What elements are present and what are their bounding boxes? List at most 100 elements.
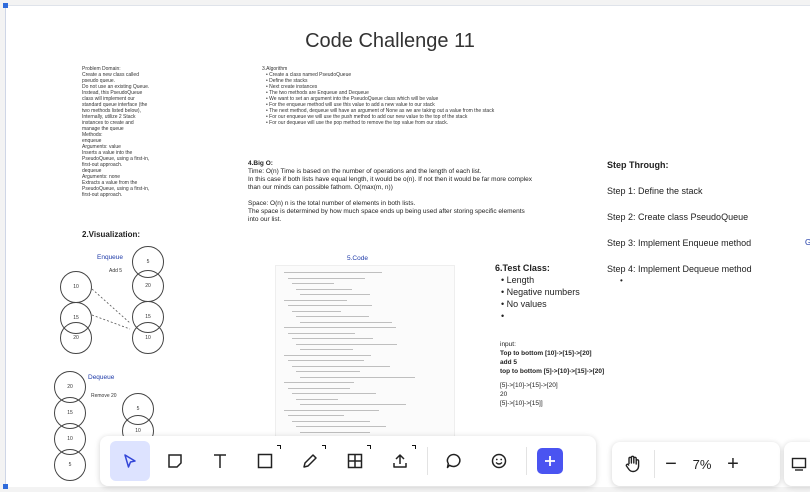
- step-item: Step 1: Define the stack: [607, 186, 703, 196]
- whiteboard-canvas[interactable]: Code Challenge 11 Problem Domain: Create…: [0, 0, 810, 492]
- table-tool-button[interactable]: [335, 441, 375, 481]
- code-line: [292, 336, 374, 341]
- code-snippet[interactable]: [275, 265, 455, 479]
- code-line: [296, 369, 361, 374]
- reaction-icon: [491, 453, 507, 469]
- add-label: Add 5: [109, 268, 123, 274]
- hand-tool-button[interactable]: [612, 444, 654, 484]
- upload-icon: [393, 454, 407, 468]
- pen-tool-button[interactable]: [290, 441, 330, 481]
- test-input-section: input: Top to bottom [10]->[15]->[20] ad…: [500, 340, 630, 408]
- code-line: [284, 407, 380, 413]
- code-line: [300, 347, 354, 352]
- dequeue-label: Dequeue: [88, 374, 115, 381]
- plus-icon: +: [727, 452, 739, 475]
- code-line: [284, 380, 354, 385]
- output-line: [5]->[10]->[15]]: [500, 400, 543, 407]
- input-label: input:: [500, 341, 516, 348]
- code-line: [288, 413, 344, 418]
- zoom-level: 7%: [692, 456, 712, 472]
- code-line: [284, 352, 371, 358]
- output-line: 20: [500, 391, 508, 398]
- input-line: top to bottom [5]->[10]->[15]->[20]: [500, 368, 605, 375]
- minus-icon: −: [665, 452, 677, 475]
- comment-icon: [446, 453, 461, 469]
- submenu-indicator-icon: [277, 445, 281, 449]
- test-class-list: Length Negative numbers No values: [495, 274, 605, 322]
- code-line: [284, 297, 347, 303]
- zoom-out-button[interactable]: −: [655, 444, 687, 484]
- code-line: [288, 330, 356, 336]
- reaction-tool-button[interactable]: [479, 441, 519, 481]
- board-title: Code Challenge 11: [305, 30, 475, 52]
- code-line: [288, 275, 365, 281]
- transfer-arrows: [91, 288, 131, 330]
- step-through-heading: Step Through:: [607, 160, 669, 170]
- text-icon: [214, 454, 226, 468]
- select-tool-button[interactable]: [110, 441, 150, 481]
- code-line: [296, 314, 369, 319]
- submenu-indicator-icon: [412, 445, 416, 449]
- step-item: Step 3: Implement Enqueue method: [607, 238, 752, 248]
- test-item: No values: [501, 298, 605, 310]
- zoom-in-button[interactable]: +: [717, 444, 749, 484]
- toolbar-divider: [526, 447, 527, 475]
- table-icon: [347, 453, 363, 469]
- algorithm-list: Create a class named PseudoQueue Define …: [262, 72, 522, 126]
- code-line: [288, 303, 372, 308]
- code-line: [296, 341, 397, 347]
- frame-handle[interactable]: [3, 3, 8, 8]
- input-line: Top to bottom [10]->[15]->[20]: [500, 350, 592, 357]
- submenu-indicator-icon: [367, 445, 371, 449]
- sticky-note-button[interactable]: [155, 441, 195, 481]
- input-line: add 5: [500, 359, 517, 366]
- select-icon: [124, 454, 136, 468]
- code-line: [292, 391, 376, 396]
- edge-letter: G: [805, 238, 810, 247]
- comment-tool-button[interactable]: [434, 441, 474, 481]
- add-button[interactable]: [537, 448, 563, 474]
- visualization-heading: 2.Visualization:: [82, 230, 141, 239]
- code-line: [288, 358, 364, 363]
- code-line: [300, 429, 370, 435]
- code-line: [296, 286, 352, 292]
- add-icon: [545, 456, 555, 466]
- code-line: [284, 325, 396, 330]
- algorithm-item: For our dequeue will use the pop method …: [266, 120, 522, 126]
- step-item: Step 4: Implement Dequeue method: [607, 264, 752, 274]
- zoom-controls: − 7% +: [612, 442, 780, 486]
- step-through-section: Step Through: Step 1: Define the stack S…: [607, 159, 797, 287]
- step-bullet: •: [620, 276, 623, 285]
- code-line: [300, 374, 415, 380]
- big-o-section: 4.Big O: Time: O(n) Time is based on the…: [248, 160, 588, 224]
- minimap-button[interactable]: [784, 442, 810, 486]
- code-line: [292, 363, 390, 369]
- frame-handle[interactable]: [3, 484, 8, 489]
- big-o-heading: 4.Big O:: [248, 160, 273, 167]
- test-item: [501, 310, 605, 322]
- text-tool-button[interactable]: [200, 441, 240, 481]
- code-line: [288, 385, 350, 391]
- big-o-space: Space: O(n) n is the total number of ele…: [248, 200, 525, 223]
- code-line: [300, 319, 393, 325]
- code-line: [296, 424, 386, 429]
- toolbar-divider: [427, 447, 428, 475]
- code-heading: 5.Code: [347, 255, 368, 262]
- code-line: [284, 270, 382, 275]
- test-item: Negative numbers: [501, 286, 605, 298]
- sticky-note-icon: [168, 454, 182, 468]
- bottom-toolbar: [100, 436, 596, 486]
- upload-tool-button[interactable]: [380, 441, 420, 481]
- shape-icon: [257, 453, 273, 469]
- remove-label: Remove 20: [91, 393, 117, 399]
- code-line: [300, 292, 370, 297]
- submenu-indicator-icon: [322, 445, 326, 449]
- code-line: [292, 308, 341, 314]
- shape-tool-button[interactable]: [245, 441, 285, 481]
- minimap-icon: [791, 457, 807, 471]
- step-item: Step 2: Create class PseudoQueue: [607, 212, 749, 222]
- big-o-time: Time: O(n) Time is based on the number o…: [248, 168, 532, 191]
- code-line: [292, 418, 371, 424]
- code-line: [300, 402, 407, 407]
- pen-icon: [303, 454, 317, 468]
